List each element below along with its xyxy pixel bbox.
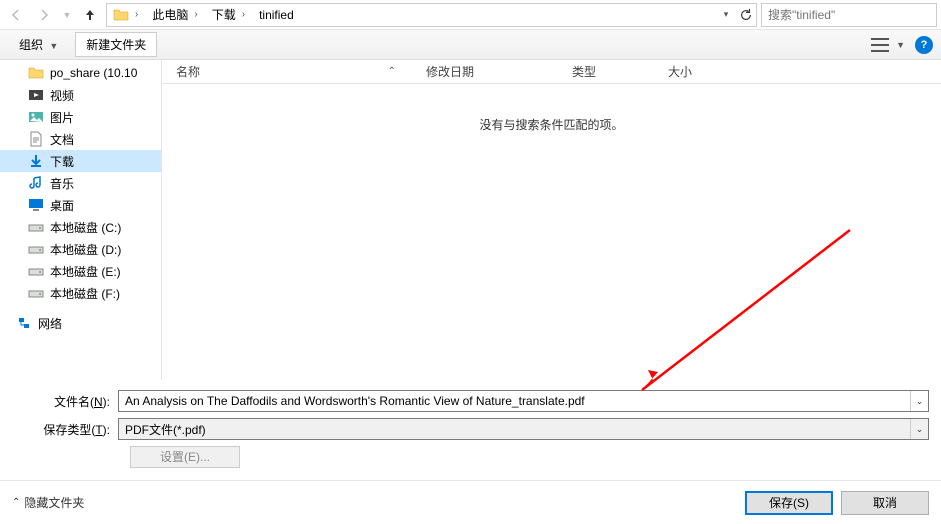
forward-button[interactable]: [32, 3, 56, 27]
footer-bar: ⌃ 隐藏文件夹 保存(S) 取消: [0, 480, 941, 524]
filename-row: 文件名(N): ⌄: [12, 390, 929, 412]
breadcrumb-bar[interactable]: › 此电脑 › 下载 › tinified ▾: [106, 3, 757, 27]
tree-item[interactable]: 桌面: [0, 194, 161, 216]
breadcrumb-item-tinified[interactable]: tinified: [253, 4, 300, 26]
tree-item[interactable]: 本地磁盘 (D:): [0, 238, 161, 260]
tree-item[interactable]: 本地磁盘 (F:): [0, 282, 161, 304]
search-input[interactable]: [768, 8, 930, 22]
breadcrumb-dropdown[interactable]: ▾: [716, 3, 736, 27]
list-view-icon: [871, 38, 889, 52]
tree-item-label: 本地磁盘 (D:): [50, 241, 121, 258]
up-button[interactable]: [78, 3, 102, 27]
tree-item-label: 网络: [38, 315, 62, 332]
tree-item-label: 本地磁盘 (E:): [50, 263, 121, 280]
tree-item-label: 桌面: [50, 197, 74, 214]
filetype-row: 保存类型(T): ⌄: [12, 418, 929, 440]
filename-dropdown-button[interactable]: ⌄: [910, 391, 928, 411]
folder-icon: [113, 7, 129, 23]
organize-button[interactable]: 组织 ▼: [8, 32, 69, 57]
tree-item[interactable]: 视频: [0, 84, 161, 106]
tree-item-label: 文档: [50, 131, 74, 148]
column-label: 名称: [176, 63, 200, 80]
save-button[interactable]: 保存(S): [745, 491, 833, 515]
tree-item-network[interactable]: 网络: [0, 312, 161, 334]
save-fields: 文件名(N): ⌄ 保存类型(T): ⌄ 设置(E)...: [0, 380, 941, 472]
tree-item-label: 音乐: [50, 175, 74, 192]
new-folder-label: 新建文件夹: [86, 38, 146, 52]
column-header-type[interactable]: 类型: [572, 63, 668, 80]
column-header-name[interactable]: 名称 ⌃: [176, 63, 426, 80]
chevron-right-icon: ›: [133, 9, 140, 20]
tree-item-label: po_share (10.10: [50, 66, 137, 80]
hide-folders-label: 隐藏文件夹: [24, 494, 84, 511]
column-header-size[interactable]: 大小: [668, 63, 748, 80]
tree-item[interactable]: 本地磁盘 (C:): [0, 216, 161, 238]
file-list-area: 名称 ⌃ 修改日期 类型 大小 没有与搜索条件匹配的项。: [162, 60, 941, 380]
sort-indicator-icon: ⌃: [388, 66, 396, 77]
tree-item[interactable]: po_share (10.10: [0, 62, 161, 84]
column-headers: 名称 ⌃ 修改日期 类型 大小: [162, 60, 941, 84]
breadcrumb-label: 下载: [212, 6, 236, 23]
filetype-combo[interactable]: ⌄: [118, 418, 929, 440]
breadcrumb-label: tinified: [259, 8, 294, 22]
breadcrumb-item-downloads[interactable]: 下载 ›: [206, 4, 253, 26]
breadcrumb-label: 此电脑: [152, 6, 188, 23]
main-area: po_share (10.10 视频图片文档下载音乐桌面本地磁盘 (C:) 本地磁盘…: [0, 60, 941, 380]
empty-state-message: 没有与搜索条件匹配的项。: [162, 84, 941, 133]
back-button[interactable]: [4, 3, 28, 27]
chevron-down-icon: ▼: [896, 40, 905, 50]
tree-item[interactable]: 音乐: [0, 172, 161, 194]
tree-item[interactable]: 文档: [0, 128, 161, 150]
chevron-down-icon: ▼: [49, 41, 58, 51]
organize-label: 组织: [19, 38, 43, 52]
settings-button[interactable]: 设置(E)...: [130, 446, 240, 468]
view-options-button[interactable]: ▼: [871, 38, 905, 52]
filetype-dropdown-button[interactable]: ⌄: [910, 419, 928, 439]
tree-item[interactable]: 下载: [0, 150, 161, 172]
new-folder-button[interactable]: 新建文件夹: [75, 32, 157, 57]
filename-input[interactable]: [119, 391, 910, 411]
refresh-button[interactable]: [736, 3, 756, 27]
hide-folders-toggle[interactable]: ⌃ 隐藏文件夹: [12, 494, 84, 511]
filetype-label: 保存类型(T):: [12, 421, 118, 438]
chevron-right-icon: ›: [240, 9, 247, 20]
search-box[interactable]: [761, 3, 937, 27]
toolbar: 组织 ▼ 新建文件夹 ▼ ?: [0, 30, 941, 60]
tree-item-label: 下载: [50, 153, 74, 170]
tree-item[interactable]: 本地磁盘 (E:): [0, 260, 161, 282]
chevron-right-icon: ›: [192, 9, 199, 20]
tree-item-label: 本地磁盘 (F:): [50, 285, 120, 302]
filename-label: 文件名(N):: [12, 393, 118, 410]
tree-item-label: 图片: [50, 109, 74, 126]
cancel-button[interactable]: 取消: [841, 491, 929, 515]
tree-item[interactable]: 图片: [0, 106, 161, 128]
column-label: 大小: [668, 63, 692, 80]
nav-bar: ▼ › 此电脑 › 下载 › tinified ▾: [0, 0, 941, 30]
filetype-input[interactable]: [119, 419, 910, 439]
cancel-label: 取消: [873, 494, 897, 511]
sidebar-tree: po_share (10.10 视频图片文档下载音乐桌面本地磁盘 (C:) 本地磁盘…: [0, 60, 162, 380]
breadcrumb-root-icon[interactable]: ›: [107, 4, 146, 26]
column-header-date[interactable]: 修改日期: [426, 63, 572, 80]
column-label: 类型: [572, 63, 596, 80]
breadcrumb-item-pc[interactable]: 此电脑 ›: [146, 4, 205, 26]
chevron-up-icon: ⌃: [12, 497, 20, 508]
filename-combo[interactable]: ⌄: [118, 390, 929, 412]
tree-item-label: 本地磁盘 (C:): [50, 219, 121, 236]
recent-dropdown[interactable]: ▼: [60, 3, 74, 27]
tree-item-label: 视频: [50, 87, 74, 104]
help-button[interactable]: ?: [915, 36, 933, 54]
save-label: 保存(S): [769, 494, 809, 511]
column-label: 修改日期: [426, 63, 474, 80]
